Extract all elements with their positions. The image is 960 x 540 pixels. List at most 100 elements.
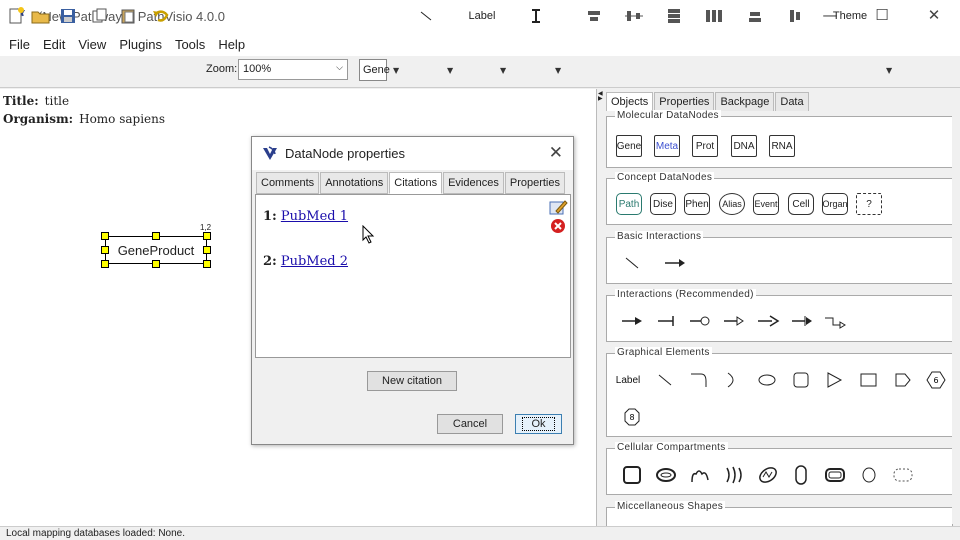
- sarcoplasmic-reticulum-icon[interactable]: [822, 464, 848, 486]
- citation-item: 1: PubMed 1: [263, 209, 348, 224]
- nucleus-icon[interactable]: [653, 464, 679, 486]
- menu-help[interactable]: Help: [213, 37, 250, 52]
- conversion-arrow-icon[interactable]: [619, 310, 645, 332]
- mitochondria-icon[interactable]: [755, 464, 781, 486]
- disease-shape-button[interactable]: Dise: [650, 193, 676, 215]
- text-align-icon[interactable]: [528, 5, 544, 27]
- new-citation-button[interactable]: New citation: [367, 371, 457, 391]
- resize-handle[interactable]: [203, 246, 211, 254]
- extracellular-region-icon[interactable]: [890, 464, 916, 486]
- organelle-icon[interactable]: [856, 464, 882, 486]
- node-type-button[interactable]: Gene: [359, 59, 390, 81]
- alias-shape-button[interactable]: Alias: [719, 193, 745, 215]
- resize-handle[interactable]: [203, 232, 211, 240]
- octagon-shape-icon[interactable]: 8: [619, 406, 645, 428]
- pentagon-shape-icon[interactable]: [889, 369, 915, 391]
- triangle-shape-icon[interactable]: [821, 369, 847, 391]
- save-icon[interactable]: [58, 5, 78, 27]
- citation-link[interactable]: PubMed 1: [281, 209, 348, 224]
- cancel-button[interactable]: Cancel: [437, 414, 503, 434]
- golgi-icon[interactable]: [721, 464, 747, 486]
- transcription-arrow-icon[interactable]: [789, 310, 815, 332]
- stimulation-arrow-icon[interactable]: [721, 310, 747, 332]
- menu-plugins[interactable]: Plugins: [114, 37, 167, 52]
- tab-objects[interactable]: Objects: [606, 92, 654, 111]
- translocation-arrow-icon[interactable]: [821, 310, 847, 332]
- align-dropdown-icon[interactable]: ▼: [555, 66, 561, 75]
- pathway-shape-button[interactable]: Path: [616, 193, 642, 215]
- inhibition-arrow-icon[interactable]: [653, 310, 679, 332]
- tab-citations[interactable]: Citations: [389, 172, 443, 194]
- hexagon-shape-icon[interactable]: 6: [923, 369, 949, 391]
- dna-shape-button[interactable]: DNA: [731, 135, 757, 157]
- tab-annotations[interactable]: Annotations: [320, 172, 389, 194]
- gene-shape-button[interactable]: Gene: [616, 135, 642, 157]
- stack-vertical-icon[interactable]: [665, 5, 683, 27]
- vesicle-icon[interactable]: [788, 464, 814, 486]
- tab-comments[interactable]: Comments: [256, 172, 320, 194]
- menu-edit[interactable]: Edit: [38, 37, 70, 52]
- zoom-select[interactable]: 100% ⌵: [238, 59, 348, 80]
- catalysis-arrow-icon[interactable]: [687, 310, 713, 332]
- citation-link[interactable]: PubMed 2: [281, 254, 348, 269]
- label-tool-button[interactable]: Label: [468, 5, 496, 27]
- elbow-line-icon[interactable]: [686, 369, 712, 391]
- stack-horizontal-icon[interactable]: [704, 5, 724, 27]
- menu-tools[interactable]: Tools: [170, 37, 210, 52]
- tab-evidences[interactable]: Evidences: [443, 172, 504, 194]
- label-element-button[interactable]: Label: [615, 369, 641, 391]
- event-shape-button[interactable]: Event: [753, 193, 779, 215]
- align-left-icon[interactable]: [786, 5, 804, 27]
- rectangle-shape-icon[interactable]: [855, 369, 881, 391]
- line-element-icon[interactable]: [652, 369, 678, 391]
- open-folder-icon[interactable]: [30, 5, 52, 27]
- rounded-rect-icon[interactable]: [788, 369, 814, 391]
- oval-shape-icon[interactable]: [754, 369, 780, 391]
- align-center-icon[interactable]: [585, 5, 603, 27]
- node-type-dropdown-icon[interactable]: ▼: [393, 66, 399, 75]
- copy-icon[interactable]: [90, 5, 110, 27]
- new-file-icon[interactable]: [6, 5, 26, 27]
- tab-properties[interactable]: Properties: [504, 172, 565, 194]
- group-title: Graphical Elements: [615, 347, 712, 358]
- binding-arrow-icon[interactable]: [755, 310, 781, 332]
- cell-compartment-icon[interactable]: [619, 464, 645, 486]
- rna-shape-button[interactable]: RNA: [769, 135, 795, 157]
- remove-citation-icon[interactable]: [550, 218, 566, 234]
- protein-shape-button[interactable]: Prot: [692, 135, 718, 157]
- line-tool-dropdown-icon[interactable]: ▼: [447, 66, 453, 75]
- close-window-button[interactable]: ✕: [908, 0, 960, 30]
- align-middle-icon[interactable]: [624, 5, 644, 27]
- line-tool-icon[interactable]: [418, 5, 434, 27]
- label-tool-dropdown-icon[interactable]: ▼: [500, 66, 506, 75]
- cell-shape-button[interactable]: Cell: [788, 193, 814, 215]
- panel-scrollbar[interactable]: [952, 112, 960, 524]
- undefined-shape-button[interactable]: ?: [856, 193, 882, 215]
- resize-handle[interactable]: [101, 232, 109, 240]
- tab-backpage[interactable]: Backpage: [715, 92, 775, 111]
- tab-properties[interactable]: Properties: [654, 92, 715, 111]
- resize-handle[interactable]: [203, 260, 211, 268]
- phenotype-shape-button[interactable]: Phen: [684, 193, 710, 215]
- resize-handle[interactable]: [152, 232, 160, 240]
- metabolite-shape-button[interactable]: Meta: [654, 135, 680, 157]
- undo-icon[interactable]: [150, 5, 172, 27]
- theme-button[interactable]: Theme: [832, 5, 868, 27]
- edit-citation-icon[interactable]: [548, 198, 568, 216]
- menu-view[interactable]: View: [73, 37, 111, 52]
- basic-line-icon[interactable]: [619, 252, 645, 274]
- endoplasmic-reticulum-icon[interactable]: [687, 464, 713, 486]
- basic-arrow-icon[interactable]: [662, 252, 688, 274]
- curved-line-icon[interactable]: [720, 369, 746, 391]
- resize-handle[interactable]: [101, 246, 109, 254]
- theme-dropdown-icon[interactable]: ▼: [886, 66, 892, 75]
- align-bottom-icon[interactable]: [746, 5, 764, 27]
- menu-file[interactable]: File: [4, 37, 35, 52]
- tab-data[interactable]: Data: [775, 92, 809, 111]
- organ-shape-button[interactable]: Organ: [822, 193, 848, 215]
- resize-handle[interactable]: [152, 260, 160, 268]
- ok-button[interactable]: Ok: [515, 414, 562, 434]
- resize-handle[interactable]: [101, 260, 109, 268]
- close-icon[interactable]: ✕: [549, 143, 563, 163]
- paste-icon[interactable]: [118, 5, 138, 27]
